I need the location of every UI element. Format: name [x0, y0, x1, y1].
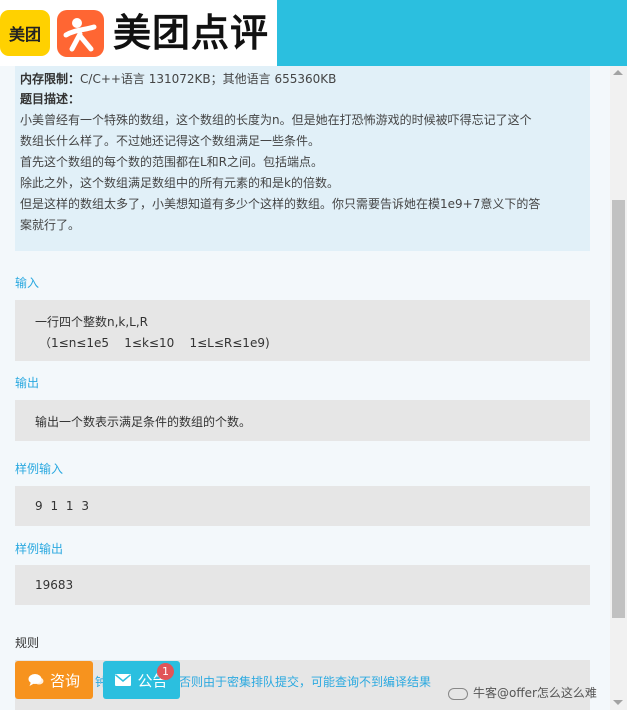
brand-logo: 美团 美团点评	[0, 0, 277, 66]
scroll-down-arrow-icon[interactable]	[613, 700, 623, 705]
rules-label: 规则	[15, 636, 40, 650]
input-label: 输入	[15, 276, 40, 290]
output-text: 输出一个数表示满足条件的数组的个数。	[35, 415, 252, 429]
description-line: 数组长什么样了。不过她还记得这个数组满足一些条件。	[20, 134, 321, 148]
brand-name: 美团点评	[113, 11, 270, 55]
dianping-logo-icon	[57, 10, 104, 57]
description-line: 首先这个数组的每个数的范围都在L和R之间。包括端点。	[20, 155, 324, 169]
description-line: 案就行了。	[20, 218, 81, 232]
watermark-text: 牛客@offer怎么这么难	[473, 686, 597, 700]
chat-bubble-icon	[28, 674, 44, 686]
output-label: 输出	[15, 376, 40, 390]
description-line: 除此之外，这个数组满足数组中的所有元素的和是k的倍数。	[20, 176, 339, 190]
consult-button[interactable]: 咨询	[15, 661, 93, 699]
sample-input-box: 9 1 1 3	[15, 486, 590, 526]
dianping-person-icon	[63, 18, 97, 52]
sample-input-text: 9 1 1 3	[35, 499, 91, 513]
consult-button-label: 咨询	[49, 671, 80, 690]
sample-input-label: 样例输入	[15, 462, 64, 476]
page: 内存限制：C/C++语言 131072KB；其他语言 655360KB 题目描述…	[0, 0, 627, 710]
description-line: 小美曾经有一个特殊的数组，这个数组的长度为n。但是她在打恐怖游戏的时候被吓得忘记…	[20, 113, 532, 127]
watermark: 牛客@offer怎么这么难	[448, 684, 597, 701]
sample-output-label: 样例输出	[15, 542, 64, 556]
description-title: 题目描述：	[20, 92, 81, 106]
sample-output-text: 19683	[35, 578, 74, 592]
memory-limit: 内存限制：C/C++语言 131072KB；其他语言 655360KB	[20, 72, 337, 86]
meituan-logo-icon: 美团	[0, 10, 50, 56]
notice-count-badge: 1	[157, 663, 174, 680]
output-box: 输出一个数表示满足条件的数组的个数。	[15, 400, 590, 441]
scroll-up-arrow-icon[interactable]	[613, 70, 623, 75]
input-line: （1≤n≤1e5 1≤k≤10 1≤L≤R≤1e9)	[39, 336, 270, 350]
sample-output-box: 19683	[15, 565, 590, 605]
input-box: 一行四个整数n,k,L,R （1≤n≤1e5 1≤k≤10 1≤L≤R≤1e9)	[15, 300, 590, 361]
watermark-logo-icon	[448, 687, 468, 700]
input-line: 一行四个整数n,k,L,R	[35, 315, 149, 329]
scrollbar-thumb[interactable]	[612, 200, 625, 618]
envelope-icon	[115, 674, 132, 686]
description-line: 但是这样的数组太多了，小美想知道有多少个这样的数组。你只需要告诉她在模1e9+7…	[20, 197, 541, 211]
